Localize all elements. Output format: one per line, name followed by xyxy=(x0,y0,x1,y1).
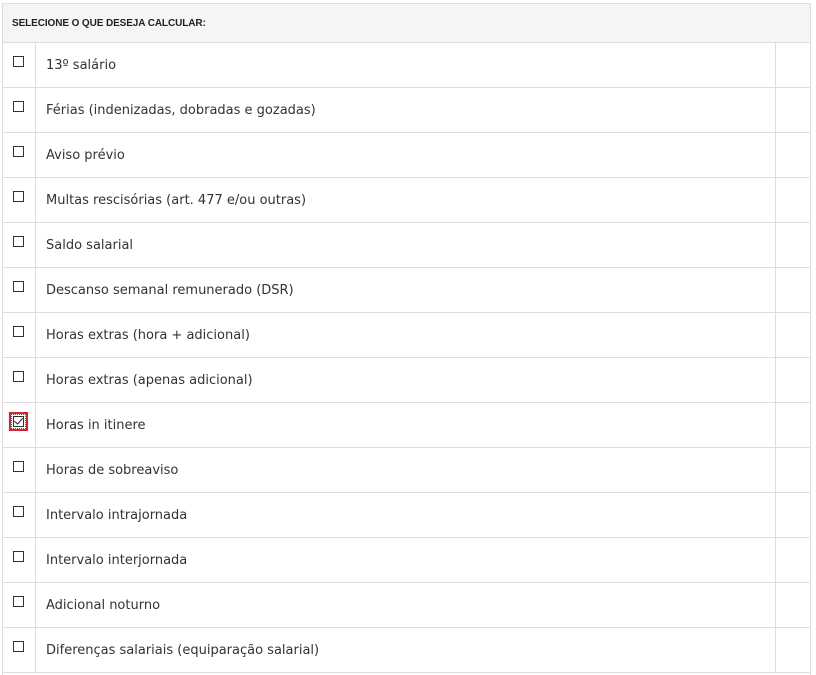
option-checkbox[interactable] xyxy=(13,371,24,382)
option-extra-cell xyxy=(776,493,810,537)
option-label: Multas rescisórias (art. 477 e/ou outras… xyxy=(46,192,307,208)
option-row: Adicional noturno xyxy=(3,583,810,628)
checkbox-cell xyxy=(3,268,36,312)
option-row: Saldo salarial xyxy=(3,223,810,268)
option-extra-cell xyxy=(776,583,810,627)
option-checkbox[interactable] xyxy=(13,281,24,292)
option-checkbox[interactable] xyxy=(13,191,24,202)
option-label-cell: 13º salário xyxy=(36,43,776,87)
option-label: Intervalo interjornada xyxy=(46,552,188,568)
option-checkbox[interactable] xyxy=(13,506,24,517)
option-checkbox[interactable] xyxy=(13,146,24,157)
option-row: Horas extras (hora + adicional) xyxy=(3,313,810,358)
option-checkbox[interactable] xyxy=(13,596,24,607)
option-extra-cell xyxy=(776,178,810,222)
option-checkbox[interactable] xyxy=(13,56,24,67)
option-extra-cell xyxy=(776,403,810,447)
checkbox-cell xyxy=(3,628,36,672)
option-checkbox[interactable] xyxy=(13,461,24,472)
option-row: 13º salário xyxy=(3,43,810,88)
option-label-cell: Intervalo interjornada xyxy=(36,538,776,582)
checkbox-cell xyxy=(3,178,36,222)
option-label-cell: Férias (indenizadas, dobradas e gozadas) xyxy=(36,88,776,132)
option-extra-cell xyxy=(776,43,810,87)
option-extra-cell xyxy=(776,628,810,672)
option-label-cell: Aviso prévio xyxy=(36,133,776,177)
checkbox-cell xyxy=(3,448,36,492)
option-checkbox[interactable] xyxy=(13,236,24,247)
option-label: Diferenças salariais (equiparação salari… xyxy=(46,642,320,658)
option-label-cell: Horas extras (hora + adicional) xyxy=(36,313,776,357)
checkbox-cell xyxy=(3,493,36,537)
option-label: 13º salário xyxy=(46,57,117,73)
option-label-cell: Multas rescisórias (art. 477 e/ou outras… xyxy=(36,178,776,222)
checkbox-cell xyxy=(3,313,36,357)
option-row: Multas rescisórias (art. 477 e/ou outras… xyxy=(3,178,810,223)
option-checkbox[interactable] xyxy=(13,416,24,427)
option-row: Descanso semanal remunerado (DSR) xyxy=(3,268,810,313)
checkbox-cell xyxy=(3,403,36,447)
option-label-cell: Adicional noturno xyxy=(36,583,776,627)
option-label-cell: Horas in itinere xyxy=(36,403,776,447)
checkbox-cell xyxy=(3,133,36,177)
option-checkbox[interactable] xyxy=(13,101,24,112)
option-label: Saldo salarial xyxy=(46,237,134,253)
option-row: Horas extras (apenas adicional) xyxy=(3,358,810,403)
option-label-cell: Horas extras (apenas adicional) xyxy=(36,358,776,402)
option-label-cell: Diferenças salariais (equiparação salari… xyxy=(36,628,776,672)
checkbox-cell xyxy=(3,583,36,627)
option-label: Horas de sobreaviso xyxy=(46,462,179,478)
option-label: Adicional noturno xyxy=(46,597,161,613)
option-checkbox[interactable] xyxy=(13,551,24,562)
panel-title: SELECIONE O QUE DESEJA CALCULAR: xyxy=(12,17,206,29)
option-row: Intervalo interjornada xyxy=(3,538,810,583)
calculation-options-panel: SELECIONE O QUE DESEJA CALCULAR: 13º sal… xyxy=(2,3,811,675)
option-checkbox[interactable] xyxy=(13,641,24,652)
option-label-cell: Horas de sobreaviso xyxy=(36,448,776,492)
option-extra-cell xyxy=(776,448,810,492)
option-extra-cell xyxy=(776,133,810,177)
option-label-cell: Intervalo intrajornada xyxy=(36,493,776,537)
checkbox-cell xyxy=(3,43,36,87)
option-label-cell: Descanso semanal remunerado (DSR) xyxy=(36,268,776,312)
option-row: Intervalo intrajornada xyxy=(3,493,810,538)
option-row: Aviso prévio xyxy=(3,133,810,178)
option-extra-cell xyxy=(776,268,810,312)
checkbox-cell xyxy=(3,538,36,582)
option-extra-cell xyxy=(776,358,810,402)
option-label: Férias (indenizadas, dobradas e gozadas) xyxy=(46,102,316,118)
option-label: Aviso prévio xyxy=(46,147,125,163)
option-extra-cell xyxy=(776,88,810,132)
option-row: Férias (indenizadas, dobradas e gozadas) xyxy=(3,88,810,133)
option-label: Horas in itinere xyxy=(46,417,146,433)
option-extra-cell xyxy=(776,313,810,357)
option-label-cell: Saldo salarial xyxy=(36,223,776,267)
option-label: Horas extras (hora + adicional) xyxy=(46,327,250,343)
option-row: Horas in itinere xyxy=(3,403,810,448)
option-row: Horas de sobreaviso xyxy=(3,448,810,493)
option-label: Descanso semanal remunerado (DSR) xyxy=(46,282,294,298)
checkbox-cell xyxy=(3,223,36,267)
checkbox-cell xyxy=(3,358,36,402)
checkbox-cell xyxy=(3,88,36,132)
option-extra-cell xyxy=(776,223,810,267)
option-extra-cell xyxy=(776,538,810,582)
option-label: Horas extras (apenas adicional) xyxy=(46,372,253,388)
option-checkbox[interactable] xyxy=(13,326,24,337)
option-row: Diferenças salariais (equiparação salari… xyxy=(3,628,810,673)
option-label: Intervalo intrajornada xyxy=(46,507,188,523)
panel-header: SELECIONE O QUE DESEJA CALCULAR: xyxy=(3,4,810,43)
options-list: 13º salário Férias (indenizadas, dobradas… xyxy=(3,43,810,673)
